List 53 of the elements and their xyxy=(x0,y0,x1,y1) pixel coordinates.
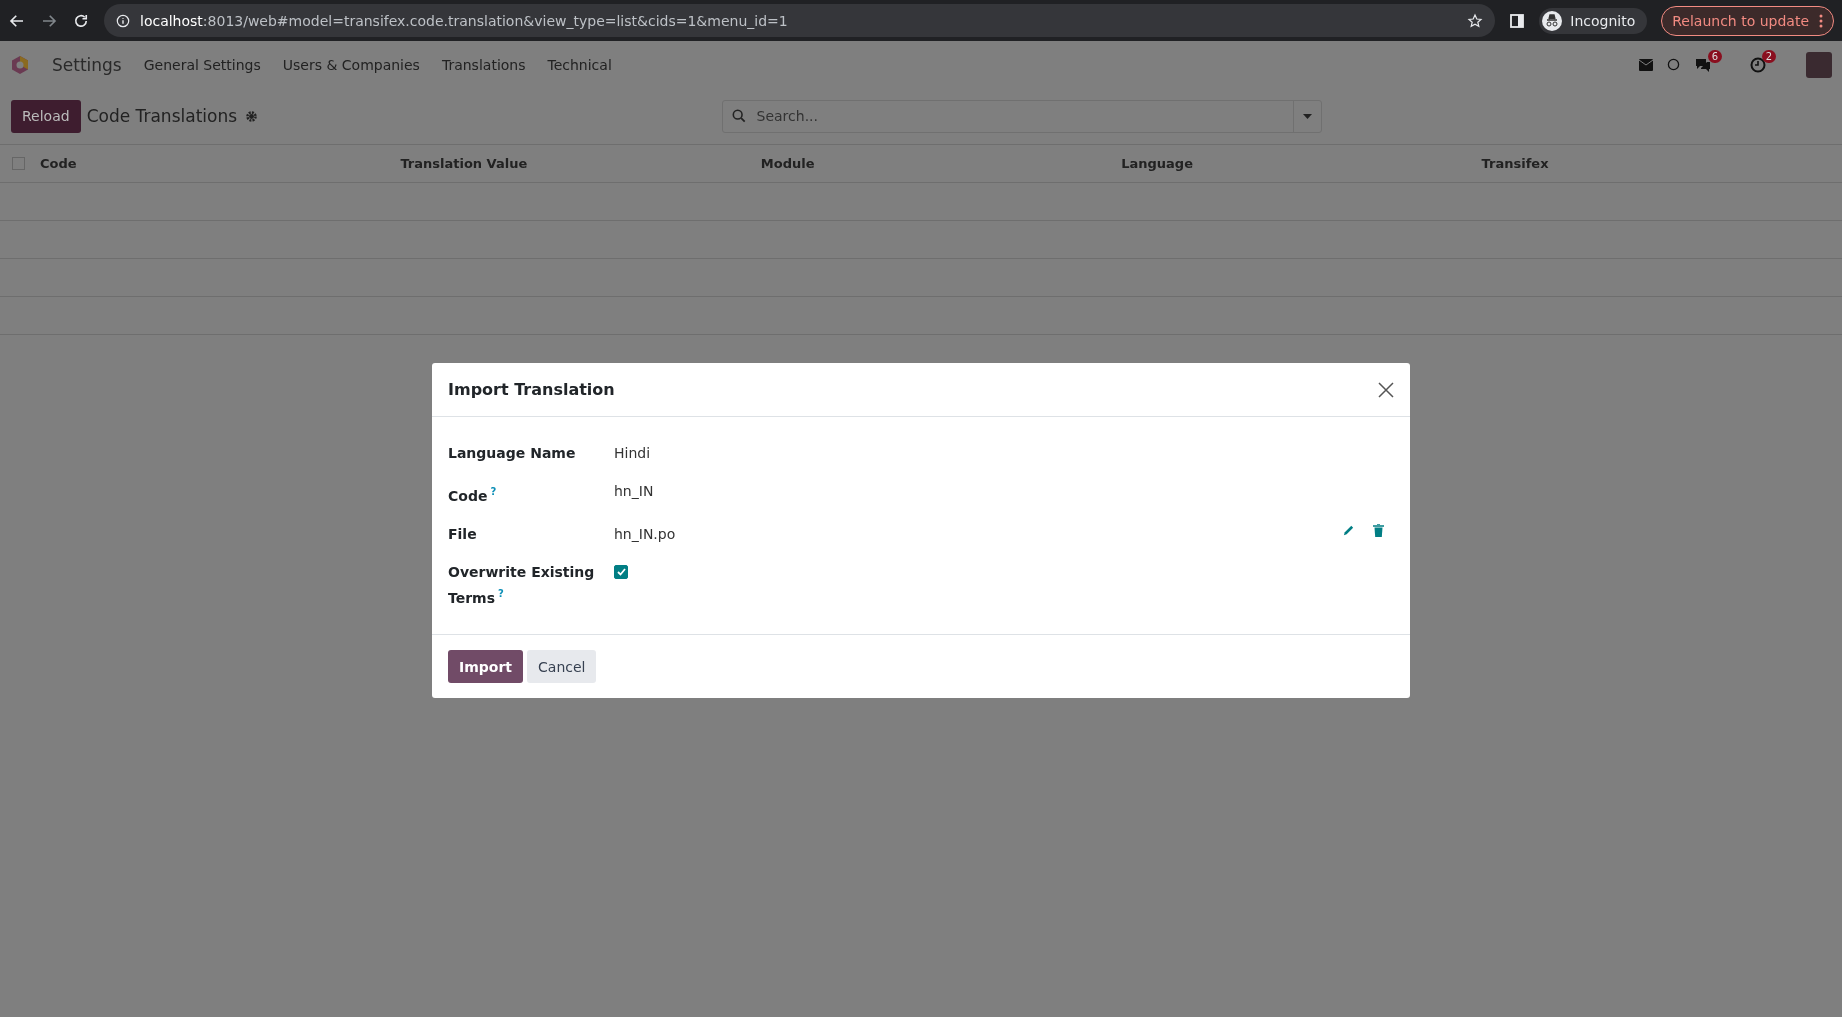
url-path: :8013/web#model=transifex.code.translation&view_type=list&cids=1&menu_id=1 xyxy=(202,12,788,29)
close-icon xyxy=(1378,381,1394,398)
field-value: hn_IN xyxy=(614,482,654,502)
incognito-chip[interactable]: Incognito xyxy=(1539,7,1648,34)
reload-button[interactable]: Reload xyxy=(11,99,81,133)
gear-icon[interactable] xyxy=(245,109,259,123)
file-name: hn_IN.po xyxy=(614,524,676,544)
message-count-badge: 6 xyxy=(1707,49,1722,63)
more-icon xyxy=(1819,13,1823,28)
page-title: Code Translations xyxy=(86,106,238,126)
menu-item[interactable]: General Settings xyxy=(143,56,261,73)
info-icon[interactable] xyxy=(116,13,130,28)
field-label: Code $^{?}$ xyxy=(448,485,498,506)
help-icon[interactable]: ? xyxy=(498,587,504,599)
url-host: localhost xyxy=(140,12,203,29)
search-input[interactable]: Search... xyxy=(754,107,1293,125)
field-value: Hindi xyxy=(614,444,651,464)
import-button[interactable]: Import xyxy=(448,650,524,684)
user-avatar[interactable] xyxy=(1806,51,1832,78)
caret-icon xyxy=(1302,113,1312,119)
field-label: Language Name xyxy=(448,444,577,464)
chat-icon[interactable] xyxy=(1694,56,1712,73)
address-bar[interactable]: localhost:8013/web#model=transifex.code.translation&view_type=list&cids=1&menu_id=1 xyxy=(104,4,1496,37)
cancel-button[interactable]: Cancel xyxy=(527,650,597,684)
column-header[interactable]: Transifex xyxy=(1481,156,1842,171)
field-label: File xyxy=(448,524,478,544)
field-label: Overwrite Existing Terms $^{?}$ xyxy=(448,562,596,608)
star-icon[interactable] xyxy=(1467,12,1484,29)
menu-item[interactable]: Translations xyxy=(441,56,526,73)
activity-count-badge: 2 xyxy=(1761,49,1776,63)
column-header[interactable]: Translation Value xyxy=(400,156,761,171)
column-header[interactable]: Language xyxy=(1121,156,1482,171)
overwrite-checkbox[interactable] xyxy=(614,564,628,579)
menu-item[interactable]: Technical xyxy=(547,56,612,73)
menu-item[interactable]: Users & Companies xyxy=(282,56,420,73)
column-header[interactable]: Code xyxy=(40,156,401,171)
relaunch-button[interactable]: Relaunch to update xyxy=(1661,5,1834,36)
profile-label: Incognito xyxy=(1570,12,1636,29)
search-field[interactable]: Search... xyxy=(721,99,1322,133)
check-icon xyxy=(616,567,626,576)
dialog-title: Import Translation xyxy=(448,380,615,400)
search-icon xyxy=(731,109,746,123)
envelope-icon[interactable] xyxy=(1639,58,1653,71)
select-all-checkbox[interactable] xyxy=(12,157,25,170)
clock-icon[interactable] xyxy=(1750,56,1766,73)
trash-icon[interactable] xyxy=(1373,523,1384,537)
pencil-icon[interactable] xyxy=(1342,523,1355,537)
help-icon[interactable]: ? xyxy=(490,486,497,498)
close-button[interactable] xyxy=(1378,381,1394,398)
incognito-icon xyxy=(1542,10,1563,31)
side-panel-icon[interactable] xyxy=(1509,12,1526,29)
column-header[interactable]: Module xyxy=(760,156,1122,171)
app-name[interactable]: Settings xyxy=(52,54,122,75)
